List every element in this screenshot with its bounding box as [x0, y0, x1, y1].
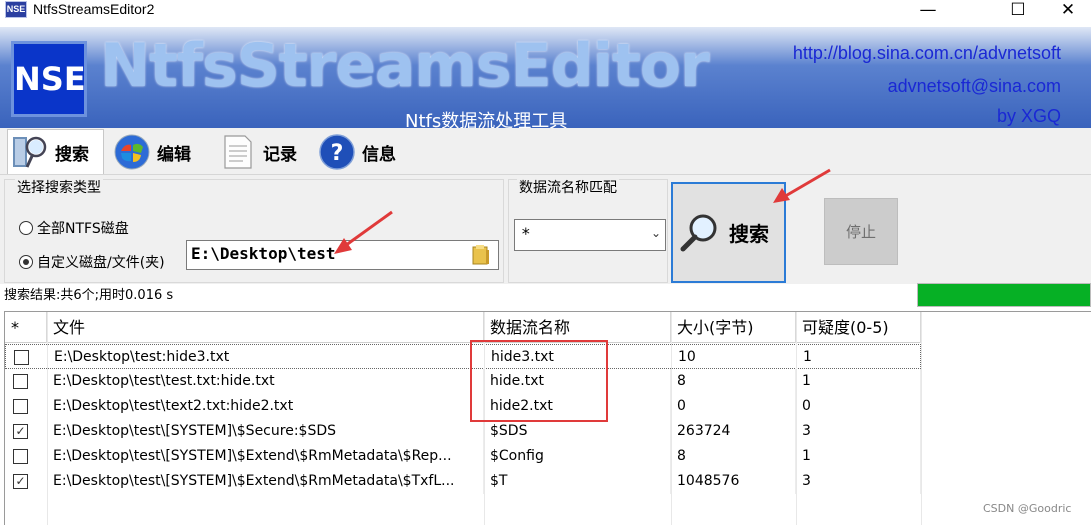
tab-edit[interactable]: 编辑 [110, 131, 191, 173]
stream-name-combo[interactable]: * ⌄ [514, 219, 666, 251]
folder-icon[interactable] [471, 244, 491, 266]
tab-search[interactable]: 搜索 [7, 129, 104, 174]
table-row[interactable]: E:\Desktop\test\test.txt:hide.txt hide.t… [5, 369, 921, 394]
tab-info[interactable]: ? 信息 [315, 131, 396, 173]
cell-size: 1048576 [671, 469, 796, 494]
cell-suspicion: 1 [796, 444, 921, 469]
cell-suspicion: 1 [797, 345, 922, 370]
status-text: 搜索结果:共6个;用时0.016 s [4, 288, 174, 303]
table-row[interactable]: E:\Desktop\test\text2.txt:hide2.txt hide… [5, 394, 921, 419]
table-row[interactable]: E:\Desktop\test\[SYSTEM]\$Extend\$RmMeta… [5, 444, 921, 469]
app-icon: NSE [5, 1, 27, 18]
radio-all-ntfs[interactable]: 全部NTFS磁盘 [19, 218, 129, 238]
blog-link[interactable]: http://blog.sina.com.cn/advnetsoft [793, 43, 1061, 64]
email-link[interactable]: advnetsoft@sina.com [888, 76, 1061, 97]
column-divider [47, 312, 48, 525]
author-link[interactable]: by XGQ [997, 106, 1061, 127]
cell-file: E:\Desktop\test\test.txt:hide.txt [47, 369, 484, 394]
cell-size: 10 [672, 345, 797, 370]
row-checkbox[interactable] [13, 399, 28, 414]
cell-suspicion: 1 [796, 369, 921, 394]
tab-log-label: 记录 [263, 144, 297, 165]
tab-edit-label: 编辑 [157, 144, 191, 165]
table-header: * 文件 数据流名称 大小(字节) 可疑度(0-5) [5, 312, 921, 343]
chevron-down-icon[interactable]: ⌄ [651, 226, 661, 240]
column-header-file[interactable]: 文件 [47, 312, 484, 343]
cell-file: E:\Desktop\test\text2.txt:hide2.txt [47, 394, 484, 419]
column-header-stream[interactable]: 数据流名称 [484, 312, 671, 343]
tab-bar: 搜索 编辑 记录 ? 信息 [0, 128, 1091, 174]
magnifier-icon [680, 214, 717, 251]
app-banner: NSE NtfsStreamsEditor Ntfs数据流处理工具 http:/… [0, 27, 1091, 128]
cell-stream: $Config [484, 444, 671, 469]
banner-subtitle: Ntfs数据流处理工具 [405, 111, 568, 128]
cell-file: E:\Desktop\test:hide3.txt [48, 345, 485, 370]
radio-custom-path-circle[interactable] [19, 255, 33, 269]
column-divider [921, 312, 922, 525]
cell-size: 8 [671, 369, 796, 394]
tab-log[interactable]: 记录 [216, 131, 297, 173]
table-row[interactable]: ✓ E:\Desktop\test\[SYSTEM]\$Secure:$SDS … [5, 419, 921, 444]
cell-file: E:\Desktop\test\[SYSTEM]\$Extend\$RmMeta… [47, 444, 484, 469]
radio-custom-path-label: 自定义磁盘/文件(夹) [37, 255, 165, 271]
row-checkbox[interactable] [14, 350, 29, 365]
row-checkbox[interactable] [13, 449, 28, 464]
stream-name-value: * [521, 224, 531, 243]
radio-custom-path[interactable]: 自定义磁盘/文件(夹) [19, 252, 165, 272]
cell-size: 8 [671, 444, 796, 469]
search-panel: 选择搜索类型 全部NTFS磁盘 自定义磁盘/文件(夹) E:\Desktop\t… [0, 174, 1091, 284]
progress-fill [918, 284, 1090, 306]
table-row[interactable]: ✓ E:\Desktop\test\[SYSTEM]\$Extend\$RmMe… [5, 469, 921, 494]
radio-all-ntfs-circle[interactable] [19, 221, 33, 235]
cell-stream: $SDS [484, 419, 671, 444]
column-header-check[interactable]: * [5, 312, 47, 343]
maximize-button[interactable]: ☐ [995, 0, 1041, 20]
help-icon: ? [319, 134, 355, 170]
cell-file: E:\Desktop\test\[SYSTEM]\$Extend\$RmMeta… [47, 469, 484, 494]
cell-size: 263724 [671, 419, 796, 444]
row-checkbox[interactable] [13, 374, 28, 389]
column-divider [796, 312, 797, 525]
highlight-box [470, 340, 608, 422]
row-checkbox[interactable]: ✓ [13, 474, 28, 489]
title-bar: NSE NtfsStreamsEditor2 — ☐ ✕ [0, 0, 1091, 22]
cell-suspicion: 3 [796, 419, 921, 444]
close-button[interactable]: ✕ [1045, 0, 1091, 20]
search-type-group: 选择搜索类型 全部NTFS磁盘 自定义磁盘/文件(夹) E:\Desktop\t… [4, 177, 504, 283]
watermark: CSDN @Goodric [983, 502, 1072, 515]
tab-search-label: 搜索 [55, 144, 89, 165]
window-title: NtfsStreamsEditor2 [33, 1, 155, 17]
column-header-size[interactable]: 大小(字节) [671, 312, 796, 343]
banner-title: NtfsStreamsEditor [100, 31, 710, 101]
path-input[interactable]: E:\Desktop\test [186, 240, 499, 270]
cell-size: 0 [671, 394, 796, 419]
row-checkbox[interactable]: ✓ [13, 424, 28, 439]
stop-button[interactable]: 停止 [824, 198, 898, 265]
cell-file: E:\Desktop\test\[SYSTEM]\$Secure:$SDS [47, 419, 484, 444]
column-divider [671, 312, 672, 525]
search-button[interactable]: 搜索 [671, 182, 786, 283]
minimize-button[interactable]: — [905, 0, 951, 20]
cell-suspicion: 0 [796, 394, 921, 419]
search-button-label: 搜索 [729, 222, 769, 246]
svg-text:?: ? [331, 141, 344, 166]
progress-bar [917, 283, 1091, 307]
tab-info-label: 信息 [362, 144, 396, 165]
search-type-label: 选择搜索类型 [15, 177, 103, 197]
document-icon [224, 135, 252, 169]
cell-stream: $T [484, 469, 671, 494]
windows-orb-icon [114, 134, 150, 170]
stream-name-label: 数据流名称匹配 [517, 177, 619, 197]
radio-all-ntfs-label: 全部NTFS磁盘 [37, 221, 129, 237]
cell-suspicion: 3 [796, 469, 921, 494]
column-header-suspicion[interactable]: 可疑度(0-5) [796, 312, 921, 343]
search-person-icon [13, 136, 47, 168]
table-row[interactable]: E:\Desktop\test:hide3.txt hide3.txt 10 1 [5, 344, 922, 370]
nse-logo: NSE [11, 41, 87, 117]
